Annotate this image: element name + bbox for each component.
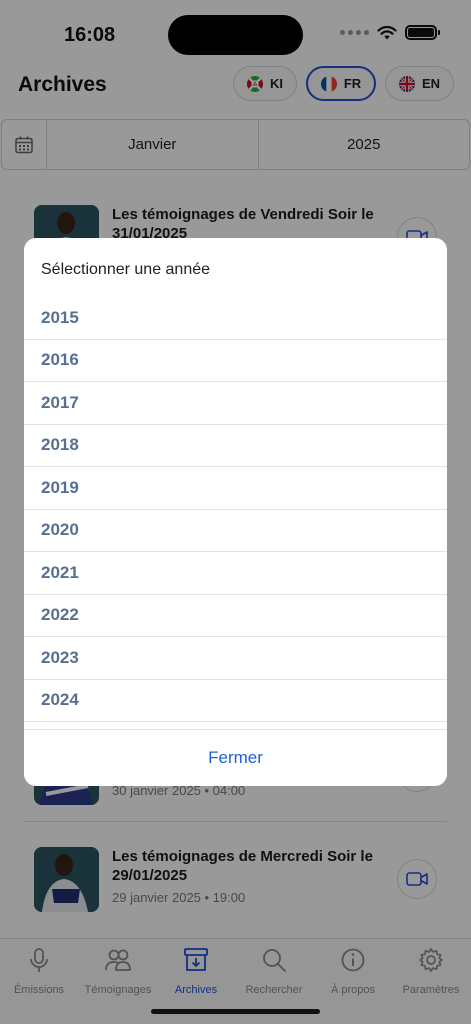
year-option[interactable]: 2018 <box>24 425 447 467</box>
year-option[interactable]: 2016 <box>24 340 447 382</box>
year-list[interactable]: 2015 2016 2017 2018 2019 2020 2021 2022 … <box>24 297 447 725</box>
year-option[interactable]: 2023 <box>24 637 447 680</box>
close-button[interactable]: Fermer <box>208 748 263 768</box>
year-option[interactable]: 2021 <box>24 552 447 595</box>
home-indicator[interactable] <box>151 1009 320 1014</box>
year-option[interactable]: 2017 <box>24 382 447 425</box>
year-option[interactable]: 2020 <box>24 510 447 552</box>
year-option[interactable]: 2022 <box>24 595 447 637</box>
year-option[interactable]: 2019 <box>24 467 447 510</box>
year-picker-dialog: Sélectionner une année 2015 2016 2017 20… <box>24 238 447 786</box>
dialog-footer: Fermer <box>24 729 447 786</box>
year-option[interactable]: 2024 <box>24 680 447 722</box>
year-option[interactable]: 2015 <box>24 297 447 340</box>
dialog-title: Sélectionner une année <box>41 261 211 278</box>
